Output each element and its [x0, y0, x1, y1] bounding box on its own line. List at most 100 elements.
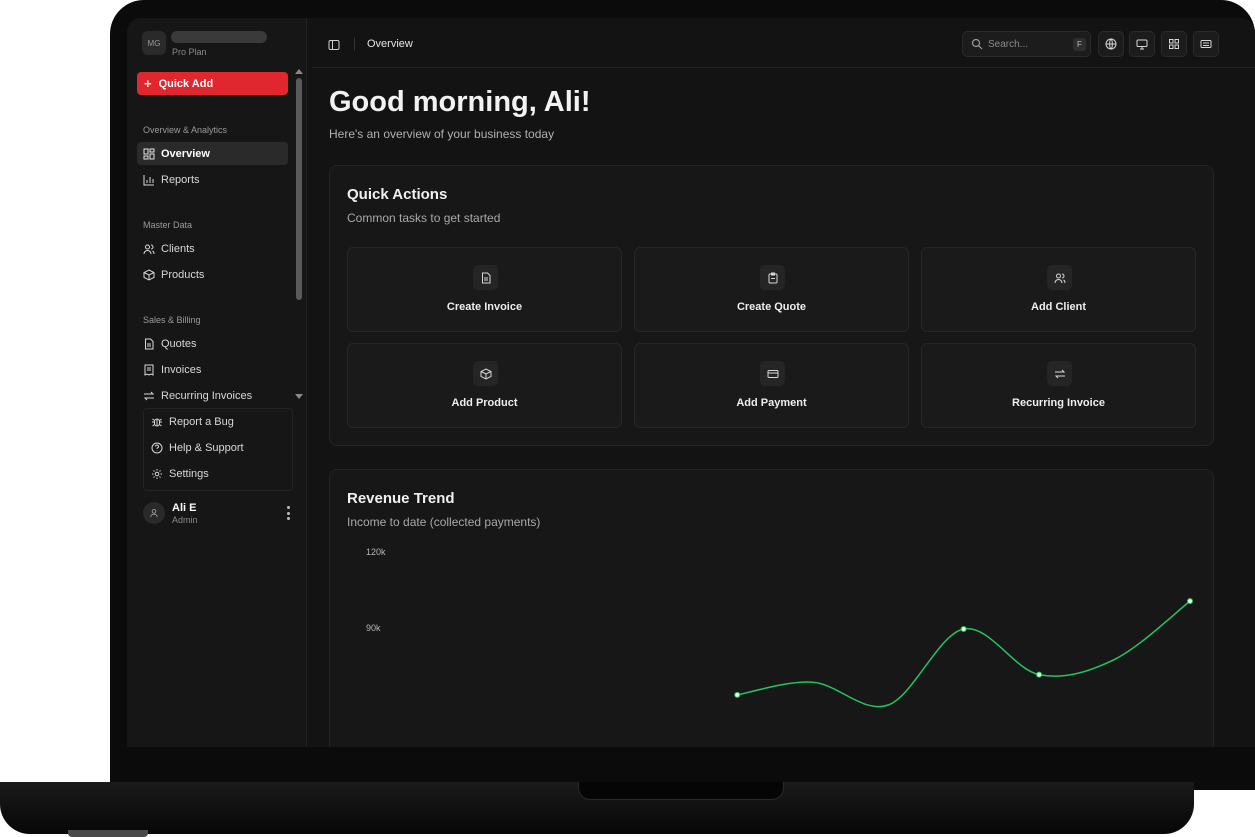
data-point[interactable] [960, 626, 967, 632]
keyboard-button[interactable] [1193, 31, 1219, 57]
sidebar-item-label: Overview [161, 147, 210, 160]
brand-plan: Pro Plan [172, 47, 207, 57]
tile-label: Add Payment [736, 397, 807, 409]
sidebar-toggle-icon[interactable] [328, 38, 340, 50]
users-icon [143, 243, 155, 255]
avatar [143, 502, 165, 524]
help-support-link[interactable]: Help & Support [151, 442, 244, 454]
sidebar-item-label: Reports [161, 173, 200, 186]
scroll-up-icon[interactable] [295, 69, 303, 74]
main-content: Good morning, Ali! Here's an overview of… [312, 69, 1255, 747]
sidebar-item-label: Clients [161, 242, 195, 255]
breadcrumb[interactable]: Overview [367, 38, 413, 50]
clipboard-icon [760, 265, 785, 290]
quick-add-label: Quick Add [158, 77, 214, 90]
tile-label: Recurring Invoice [1012, 397, 1105, 409]
package-icon [473, 361, 498, 386]
user-icon [150, 509, 158, 518]
tile-label: Create Quote [736, 301, 807, 313]
footer-label: Settings [169, 468, 209, 480]
header-divider [354, 37, 355, 51]
create-invoice-button[interactable]: Create Invoice [347, 247, 622, 332]
page-subtitle: Here's an overview of your business toda… [329, 127, 555, 141]
help-circle-icon [151, 442, 163, 454]
language-button[interactable] [1098, 31, 1124, 57]
settings-link[interactable]: Settings [151, 468, 209, 480]
screen: MG Pro Plan + Quick Add Overview & Analy… [127, 18, 1255, 747]
revenue-chart: 120k 90k [366, 547, 1193, 708]
repeat-icon [1047, 361, 1072, 386]
report-bug-link[interactable]: Report a Bug [151, 416, 234, 428]
add-payment-button[interactable]: Add Payment [634, 343, 909, 428]
credit-card-icon [760, 361, 785, 386]
bug-icon [152, 418, 162, 427]
sidebar-item-overview[interactable]: Overview [137, 142, 288, 165]
sidebar-item-label: Invoices [161, 363, 202, 376]
user-profile[interactable]: Ali E Admin [143, 502, 293, 528]
data-point[interactable] [734, 691, 741, 698]
sidebar-item-recurring-invoices[interactable]: Recurring Invoices [137, 384, 288, 407]
sidebar-item-invoices[interactable]: Invoices [137, 358, 288, 381]
revenue-series-line [737, 600, 1191, 708]
gear-icon [152, 469, 162, 479]
bar-chart-icon [143, 174, 155, 186]
page-title: Good morning, Ali! [329, 86, 591, 118]
quick-add-button[interactable]: + Quick Add [137, 72, 288, 95]
user-name: Ali E [172, 502, 197, 514]
globe-icon [1105, 38, 1117, 50]
data-point[interactable] [1187, 598, 1193, 605]
users-icon [1047, 265, 1072, 290]
tile-label: Add Client [1031, 301, 1086, 313]
add-client-button[interactable]: Add Client [921, 247, 1196, 332]
sidebar-item-label: Recurring Invoices [161, 389, 253, 402]
add-product-button[interactable]: Add Product [347, 343, 622, 428]
y-tick-label: 90k [366, 623, 381, 633]
y-tick-label: 120k [366, 547, 386, 557]
laptop-foot [68, 830, 148, 837]
card-title: Quick Actions [347, 186, 448, 203]
data-point[interactable] [1036, 671, 1043, 678]
laptop-notch [578, 782, 784, 800]
document-icon [143, 338, 155, 350]
keyboard-icon [1200, 40, 1212, 48]
revenue-trend-card: Revenue Trend Income to date (collected … [329, 469, 1214, 747]
quick-actions-card: Quick Actions Common tasks to get starte… [329, 165, 1214, 446]
header: Overview F [312, 18, 1255, 68]
sidebar-item-quotes[interactable]: Quotes [137, 332, 288, 355]
search-shortcut-badge: F [1073, 38, 1086, 51]
display-button[interactable] [1129, 31, 1155, 57]
sidebar-item-products[interactable]: Products [137, 263, 288, 286]
tile-label: Add Product [451, 397, 518, 409]
brand-avatar: MG [142, 31, 166, 55]
package-icon [143, 268, 155, 281]
more-vertical-icon[interactable] [283, 506, 293, 520]
apps-button[interactable] [1161, 31, 1187, 57]
dashboard-icon [143, 148, 155, 160]
plus-icon: + [144, 76, 152, 91]
footer-label: Report a Bug [169, 416, 234, 428]
file-text-icon [473, 265, 498, 290]
scroll-down-icon[interactable] [295, 394, 303, 399]
search-box[interactable]: F [962, 31, 1091, 57]
brand[interactable]: MG Pro Plan [142, 31, 267, 57]
brand-name-redacted [171, 31, 267, 43]
repeat-icon [143, 390, 155, 402]
sidebar-item-label: Quotes [161, 337, 197, 350]
sidebar-scrollbar-thumb[interactable] [296, 78, 302, 300]
receipt-icon [143, 364, 155, 376]
section-title-sales-billing: Sales & Billing [143, 315, 201, 325]
sidebar-item-clients[interactable]: Clients [137, 237, 288, 260]
footer-label: Help & Support [169, 442, 244, 454]
tile-label: Create Invoice [446, 301, 523, 313]
create-quote-button[interactable]: Create Quote [634, 247, 909, 332]
monitor-icon [1136, 39, 1148, 50]
search-input[interactable] [988, 37, 1068, 51]
card-subtitle: Common tasks to get started [347, 211, 501, 225]
sidebar-item-reports[interactable]: Reports [137, 168, 288, 191]
search-icon [971, 38, 983, 50]
sidebar-item-label: Products [161, 268, 205, 281]
user-role: Admin [172, 515, 198, 525]
section-title-overview: Overview & Analytics [143, 125, 228, 135]
grid-icon [1169, 39, 1179, 49]
recurring-invoice-button[interactable]: Recurring Invoice [921, 343, 1196, 428]
